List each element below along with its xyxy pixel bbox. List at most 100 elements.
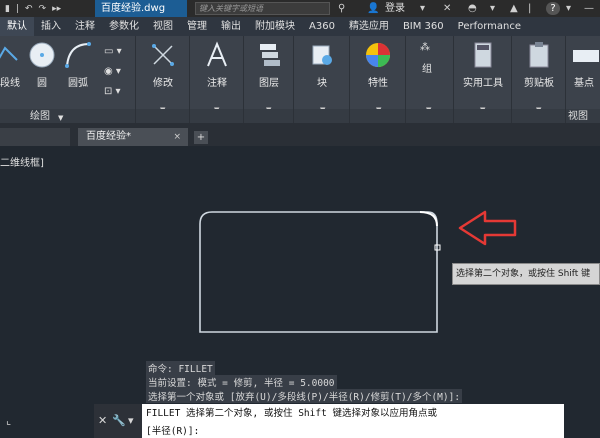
- clipboard-button[interactable]: 剪贴板: [515, 40, 563, 89]
- tab-manage[interactable]: 管理: [180, 17, 214, 36]
- command-history-line: 命令: FILLET: [146, 361, 215, 375]
- annotation-label: 注释: [207, 78, 227, 89]
- utilities-section-bar: [454, 109, 511, 123]
- layers-panel: 图层 ▼: [244, 36, 294, 123]
- properties-label: 特性: [368, 78, 388, 89]
- exchange-icon[interactable]: ✕: [443, 2, 451, 15]
- cursor-tooltip: 选择第二个对象，或按住 Shift 键: [452, 263, 600, 285]
- view-section-label: 视图: [568, 111, 588, 122]
- arc-label: 圆弧: [68, 78, 88, 89]
- close-command-line-icon[interactable]: ✕: [98, 414, 107, 427]
- customize-icon[interactable]: ▸▸: [52, 4, 61, 14]
- tab-a360[interactable]: A360: [302, 17, 342, 36]
- tab-featured-apps[interactable]: 精选应用: [342, 17, 396, 36]
- divider-icon: |: [528, 3, 532, 14]
- group-label[interactable]: 组: [422, 60, 432, 75]
- close-tab-icon[interactable]: ×: [173, 128, 181, 146]
- text-icon: [207, 41, 227, 67]
- tab-insert[interactable]: 插入: [34, 17, 68, 36]
- properties-icon: [366, 43, 390, 67]
- modify-button[interactable]: 修改: [139, 40, 187, 89]
- start-tab[interactable]: [0, 128, 70, 146]
- minimize-icon[interactable]: —: [584, 2, 594, 15]
- group-panel: ⁂ 组 ▼: [406, 36, 454, 123]
- group-icon[interactable]: ⁂: [420, 42, 430, 53]
- tab-default[interactable]: 默认: [0, 17, 34, 36]
- layers-button[interactable]: 图层: [245, 40, 293, 89]
- block-button[interactable]: 块: [298, 40, 346, 89]
- annotation-section-bar: [190, 109, 243, 123]
- utilities-panel: 实用工具 ▼: [454, 36, 512, 123]
- command-history-line: 选择第一个对象或 [放弃(U)/多段线(P)/半径(R)/修剪(T)/多个(M)…: [146, 389, 463, 403]
- calculator-icon: [474, 42, 492, 68]
- drawing-tab-label: 百度经验*: [86, 131, 131, 142]
- quick-access-toolbar: ▮ | ↶ ↷ ▸▸: [2, 1, 64, 16]
- help-icon[interactable]: ?: [546, 2, 560, 15]
- search-input[interactable]: 键入关键字或短语: [195, 2, 330, 15]
- tab-bim360[interactable]: BIM 360: [396, 17, 451, 36]
- properties-section-bar: [350, 109, 405, 123]
- tab-output[interactable]: 输出: [214, 17, 248, 36]
- command-line[interactable]: ✕ 🔧 ▾ FILLET 选择第二个对象, 或按住 Shift 键选择对象以应用…: [94, 404, 564, 438]
- tab-annotate[interactable]: 注释: [68, 17, 102, 36]
- tab-addins[interactable]: 附加模块: [248, 17, 302, 36]
- new-tab-button[interactable]: +: [194, 131, 208, 144]
- tab-performance[interactable]: Performance: [451, 17, 528, 36]
- utilities-label: 实用工具: [463, 78, 503, 89]
- qa-divider-icon: |: [15, 3, 19, 14]
- save-icon[interactable]: ▮: [5, 4, 10, 14]
- tab-view[interactable]: 视图: [146, 17, 180, 36]
- command-history-line: 当前设置: 模式 = 修剪, 半径 = 5.0000: [146, 375, 337, 389]
- annotation-panel: 注释 ▼: [190, 36, 244, 123]
- command-option[interactable]: [半径(R)]:: [146, 423, 199, 437]
- ribbon-tabs: 默认 插入 注释 参数化 视图 管理 输出 附加模块 A360 精选应用 BIM…: [0, 17, 600, 36]
- layers-section-bar: [244, 109, 293, 123]
- rectangle-outline: [199, 211, 438, 333]
- title-bar: ▮ | ↶ ↷ ▸▸ 百度经验.dwg 键入关键字或短语 ⚲ 👤 登录 ▾ ✕ …: [0, 0, 600, 17]
- dropdown-icon[interactable]: ▾: [420, 2, 425, 15]
- clipboard-section-bar: [512, 109, 565, 123]
- sign-in-button[interactable]: 登录: [385, 1, 405, 16]
- clipboard-panel: 剪贴板 ▼: [512, 36, 566, 123]
- customize-wrench-icon[interactable]: 🔧: [112, 414, 126, 427]
- draw-section-label: 绘图: [30, 111, 50, 122]
- a360-icon[interactable]: ◓: [468, 2, 477, 15]
- group-section-bar: [406, 109, 453, 123]
- drawing-tabs: 百度经验* × +: [0, 123, 600, 146]
- block-icon: [312, 45, 332, 65]
- dropdown-icon-2[interactable]: ▾: [490, 2, 495, 15]
- base-button[interactable]: 基点: [564, 40, 600, 89]
- ribbon: 段线 圆 圆弧 ▭ ▾ ◉ ▾ ⊡ ▾ 绘图 ▼ 修改 注释 图层 块 特性 ⁂…: [0, 36, 600, 123]
- modify-label: 修改: [153, 78, 173, 89]
- modify-icon: [152, 44, 174, 66]
- utilities-button[interactable]: 实用工具: [459, 40, 507, 89]
- redo-icon[interactable]: ↷: [39, 4, 47, 14]
- arc-button[interactable]: 圆弧: [54, 40, 102, 89]
- command-dropdown-icon[interactable]: ▾: [128, 414, 134, 427]
- command-line-tools: ✕ 🔧 ▾: [94, 404, 142, 438]
- view-panel: 基点 视图: [566, 36, 600, 123]
- drawing-canvas[interactable]: 二维线框] 选择第二个对象，或按住 Shift 键 命令: FILLET 当前设…: [0, 146, 600, 438]
- notifications-icon[interactable]: ▲: [510, 2, 518, 15]
- user-icon[interactable]: 👤: [367, 2, 379, 15]
- tab-parametric[interactable]: 参数化: [102, 17, 146, 36]
- rectangle-tool-icon[interactable]: ▭ ▾: [104, 46, 122, 57]
- arc-icon: [65, 42, 91, 68]
- drawing-tab[interactable]: 百度经验* ×: [78, 128, 188, 146]
- search-icon[interactable]: ⚲: [338, 2, 345, 15]
- boundary-tool-icon[interactable]: ⊡ ▾: [104, 86, 121, 97]
- draw-section-bar[interactable]: [0, 109, 135, 123]
- base-label: 基点: [574, 78, 594, 89]
- annotation-button[interactable]: 注释: [193, 40, 241, 89]
- undo-icon[interactable]: ↶: [25, 4, 33, 14]
- help-dropdown-icon[interactable]: ▾: [566, 2, 571, 15]
- base-icon: [573, 50, 599, 62]
- file-name-tab[interactable]: 百度经验.dwg: [95, 0, 187, 17]
- properties-button[interactable]: 特性: [354, 40, 402, 89]
- block-panel: 块 ▼: [294, 36, 350, 123]
- draw-section-dropdown-icon[interactable]: ▼: [58, 114, 63, 122]
- red-arrow-icon: [458, 210, 517, 246]
- ucs-icon: ⌞: [6, 414, 12, 427]
- modify-section-bar: [136, 109, 189, 123]
- hatch-tool-icon[interactable]: ◉ ▾: [104, 66, 121, 77]
